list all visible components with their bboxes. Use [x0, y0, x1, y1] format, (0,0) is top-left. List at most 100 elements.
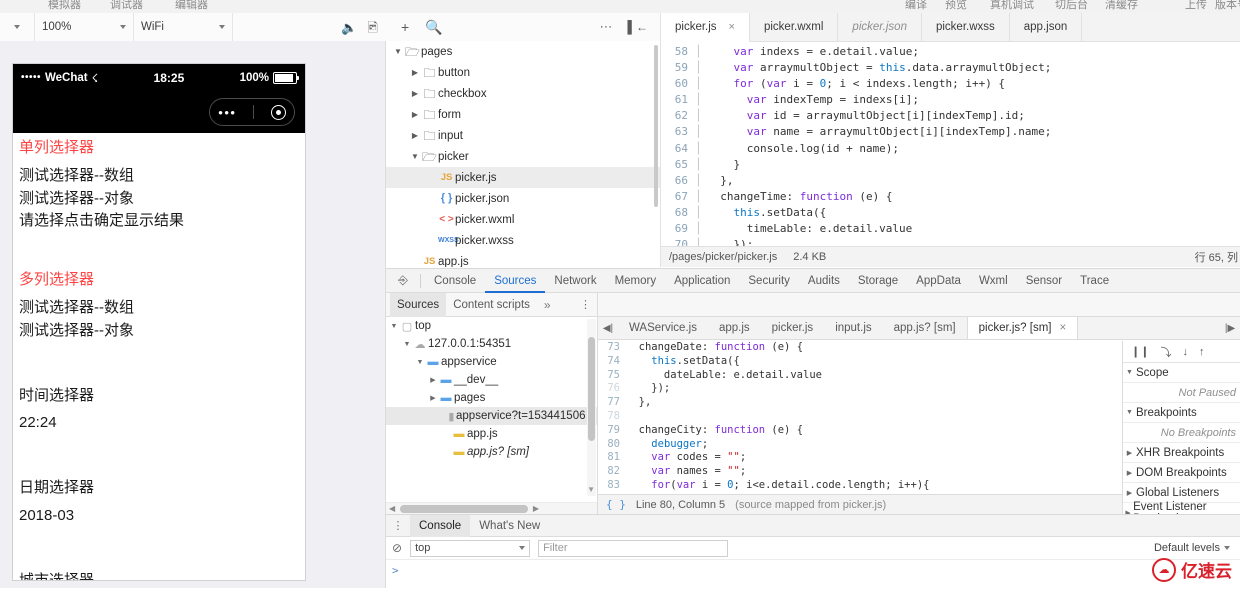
step-over-icon[interactable]: ⤵: [1160, 344, 1171, 360]
disclosure-arrow-icon[interactable]: ▶: [409, 110, 421, 119]
disclosure-arrow-icon[interactable]: ▶: [409, 89, 421, 98]
debugger-controls[interactable]: ❙❙ ⤵ ↓ ↑: [1123, 341, 1240, 363]
menu-item[interactable]: 清缓存: [1105, 0, 1138, 12]
disclosure-arrow-icon[interactable]: ▶: [409, 131, 421, 140]
tabs-scroll-right-icon[interactable]: |▶: [1220, 323, 1240, 334]
scroll-left-icon[interactable]: ◀: [389, 504, 395, 513]
kebab-menu-icon[interactable]: ⋮: [386, 519, 410, 532]
menu-item[interactable]: 预览: [945, 0, 967, 12]
file-tree-row[interactable]: ▼ 🗁 pages: [386, 41, 660, 62]
project-file-tree[interactable]: ▼ 🗁 pages ▶ 🗀 button ▶ 🗀 checkbox ▶ 🗀 fo…: [386, 41, 661, 267]
navigator-scrollbar[interactable]: [587, 319, 596, 496]
debugger-section[interactable]: ▶ Event Listener Breakpoints: [1123, 501, 1240, 515]
editor-tab[interactable]: picker.js ×: [661, 13, 750, 42]
device-select[interactable]: [0, 13, 35, 41]
source-tab[interactable]: app.js: [708, 317, 761, 339]
drawer-tab-bar[interactable]: ⋮ Console What's New: [386, 514, 1240, 537]
debugger-section[interactable]: ▼ Scope: [1123, 363, 1240, 383]
editor-tab-bar[interactable]: picker.js × picker.wxml picker.json pick…: [661, 13, 1240, 42]
scroll-down-icon[interactable]: ▼: [587, 485, 595, 494]
console-prompt[interactable]: >: [386, 560, 1240, 581]
devtools-tab[interactable]: Trace: [1071, 269, 1118, 293]
disclosure-arrow-icon[interactable]: ▶: [1123, 489, 1136, 497]
source-tab[interactable]: WAService.js: [618, 317, 708, 339]
debugger-section[interactable]: ▼ Breakpoints: [1123, 403, 1240, 423]
file-tree-row[interactable]: ▼ 🗁 picker: [386, 146, 660, 167]
source-tab[interactable]: picker.js? [sm] ×: [966, 317, 1079, 339]
section-line[interactable]: 测试选择器--对象: [19, 188, 299, 211]
network-select[interactable]: WiFi: [134, 13, 233, 41]
navigator-row[interactable]: ▮ appservice?t=153441506…: [386, 407, 597, 425]
disclosure-arrow-icon[interactable]: ▼: [402, 341, 412, 348]
menu-item[interactable]: 切后台: [1055, 0, 1088, 12]
kebab-menu-icon[interactable]: ⋮: [580, 298, 591, 311]
section-line[interactable]: 22:24: [19, 412, 299, 435]
disclosure-arrow-icon[interactable]: ▼: [415, 359, 425, 366]
target-icon[interactable]: [270, 104, 286, 120]
editor-tab[interactable]: picker.wxss: [922, 13, 1010, 41]
more-dots-icon[interactable]: ⋯: [599, 19, 613, 35]
disclosure-arrow-icon[interactable]: ▶: [426, 236, 438, 245]
plus-icon[interactable]: +: [401, 20, 409, 34]
step-into-icon[interactable]: ↓: [1182, 346, 1188, 358]
disclosure-arrow-icon[interactable]: ▶: [426, 194, 438, 203]
zoom-select[interactable]: 100%: [35, 13, 134, 41]
file-tree-scrollbar[interactable]: [654, 45, 658, 207]
disclosure-arrow-icon[interactable]: ▶: [1123, 449, 1136, 457]
navigator-row[interactable]: ▬ app.js? [sm]: [386, 443, 597, 461]
devtools-tab-bar[interactable]: ⎆ Console Sources Network Memory Application…: [386, 269, 1240, 293]
drawer-tab[interactable]: What's New: [470, 515, 549, 537]
menu-item[interactable]: 真机调试: [990, 0, 1034, 12]
source-tab[interactable]: picker.js: [761, 317, 825, 339]
sources-subtab[interactable]: Content scripts: [446, 293, 537, 317]
devtools-tab[interactable]: Sources: [485, 269, 546, 293]
close-icon[interactable]: ×: [1059, 322, 1066, 334]
disclosure-arrow-icon[interactable]: ▶: [426, 215, 438, 224]
menu-item[interactable]: 版本号: [1215, 0, 1240, 12]
menu-item[interactable]: 上传: [1185, 0, 1207, 12]
console-context-select[interactable]: top: [410, 539, 531, 557]
file-tree-row[interactable]: ▶ 🗀 button: [386, 62, 660, 83]
sources-navigator[interactable]: ▼ ▢ top ▼ ☁ 127.0.0.1:54351 ▼ ▬ appservi…: [386, 317, 598, 514]
navigator-row[interactable]: ▼ ☁ 127.0.0.1:54351: [386, 335, 597, 353]
console-levels-select[interactable]: Default levels: [1154, 542, 1230, 554]
devtools-tab[interactable]: Console: [425, 269, 485, 293]
disclosure-arrow-icon[interactable]: ▶: [426, 173, 438, 182]
drawer-tab[interactable]: Console: [410, 514, 471, 537]
inspect-element-icon[interactable]: ⎆: [390, 273, 416, 288]
devtools-tab[interactable]: AppData: [907, 269, 970, 293]
source-tab[interactable]: input.js: [824, 317, 882, 339]
sources-subtab[interactable]: Sources: [390, 292, 447, 317]
close-icon[interactable]: ×: [729, 21, 735, 33]
disclosure-arrow-icon[interactable]: ▼: [409, 152, 421, 161]
file-tree-row[interactable]: ▶ { } picker.json: [386, 188, 660, 209]
disclosure-arrow-icon[interactable]: ▼: [392, 47, 404, 56]
navigator-row[interactable]: ▶ ▬ __dev__: [386, 371, 597, 389]
devtools-tab[interactable]: Security: [739, 269, 799, 293]
sources-subtabs[interactable]: Sources Content scripts» ⋮: [386, 292, 598, 317]
navigator-hscrollbar[interactable]: ◀ ▶: [386, 502, 597, 514]
section-line[interactable]: 测试选择器--数组: [19, 297, 299, 320]
collapse-panel-icon[interactable]: ▌←: [627, 20, 648, 34]
menu-item[interactable]: 编辑器: [175, 0, 208, 12]
editor-tab[interactable]: app.json: [1010, 13, 1083, 41]
devtools-tab[interactable]: Wxml: [970, 269, 1017, 293]
source-tab[interactable]: app.js? [sm]: [883, 317, 967, 339]
disclosure-arrow-icon[interactable]: ▶: [428, 394, 438, 402]
devtools-tab[interactable]: Application: [665, 269, 739, 293]
tabs-scroll-left-icon[interactable]: ◀|: [598, 323, 618, 334]
clear-console-icon[interactable]: ⊘: [392, 541, 402, 555]
pause-icon[interactable]: ❙❙: [1131, 345, 1149, 358]
step-out-icon[interactable]: ↑: [1199, 346, 1205, 358]
file-tree-row[interactable]: ▶ JS picker.js: [386, 167, 660, 188]
console-filter-input[interactable]: Filter: [538, 539, 729, 557]
file-tree-row[interactable]: ▶ JS app.js: [386, 251, 660, 268]
scroll-right-icon[interactable]: ▶: [533, 504, 539, 513]
disclosure-arrow-icon[interactable]: ▶: [409, 68, 421, 77]
disclosure-arrow-icon[interactable]: ▼: [389, 323, 399, 330]
capsule-menu[interactable]: •••: [209, 98, 295, 126]
section-line[interactable]: 请选择点击确定显示结果: [19, 210, 299, 233]
source-tab-bar[interactable]: ◀| WAService.js app.js picker.js input.js ap…: [598, 317, 1240, 340]
disclosure-arrow-icon[interactable]: ▶: [409, 257, 421, 266]
devtools-subtab-bar[interactable]: Sources Content scripts» ⋮: [386, 292, 1240, 317]
